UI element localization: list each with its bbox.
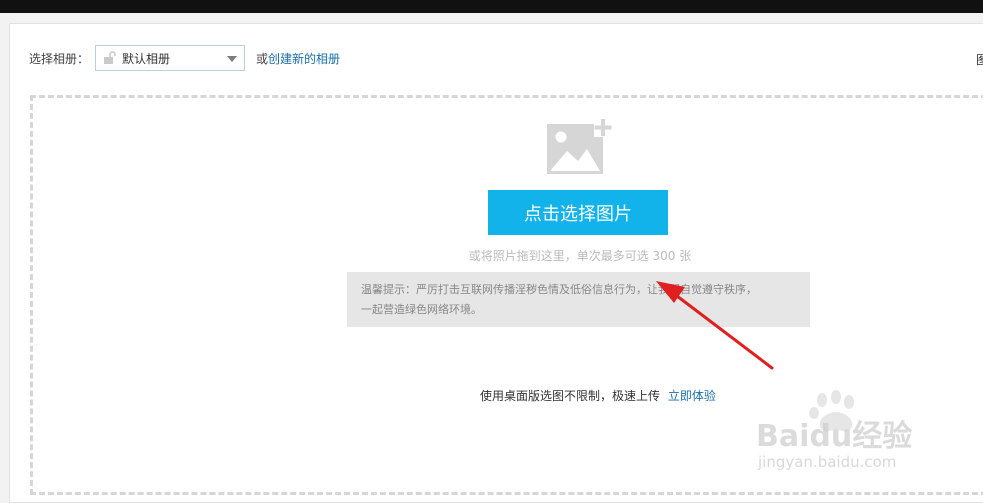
chevron-down-icon xyxy=(227,56,238,62)
album-selector-row: 选择相册： 默认相册 或创建新的相册 xyxy=(29,44,340,72)
tip-line-2: 一起营造绿色网络环境。 xyxy=(361,303,482,316)
album-label: 选择相册： xyxy=(29,51,90,66)
desktop-promo: 使用桌面版选图不限制，极速上传 立即体验 xyxy=(480,387,716,404)
add-image-icon xyxy=(547,118,613,176)
unlock-icon xyxy=(103,51,117,65)
drag-hint: 或将照片拖到这里，单次最多可选 300 张 xyxy=(468,249,692,263)
tip-line-1: 温馨提示：严厉打击互联网传播淫秽色情及低俗信息行为，让我们自觉遵守秩序， xyxy=(361,283,757,296)
watermark-url: jingyan.baidu.com xyxy=(757,453,896,470)
album-select-value: 默认相册 xyxy=(122,51,171,66)
cut-off-text: 图 xyxy=(976,53,983,67)
watermark-brand: Baidu经验 xyxy=(756,419,912,454)
top-bar xyxy=(0,0,983,13)
create-album-link[interactable]: 创建新的相册 xyxy=(268,52,340,66)
warm-tip: 温馨提示：严厉打击互联网传播淫秽色情及低俗信息行为，让我们自觉遵守秩序， 一起营… xyxy=(347,272,810,327)
try-now-link[interactable]: 立即体验 xyxy=(668,389,716,403)
album-select[interactable]: 默认相册 xyxy=(95,45,246,71)
or-text: 或创建新的相册 xyxy=(256,51,341,66)
desktop-promo-text: 使用桌面版选图不限制，极速上传 xyxy=(480,389,661,403)
baidu-jingyan-watermark: Baidu经验 jingyan.baidu.com xyxy=(756,390,912,470)
choose-image-button[interactable]: 点击选择图片 xyxy=(488,190,668,235)
